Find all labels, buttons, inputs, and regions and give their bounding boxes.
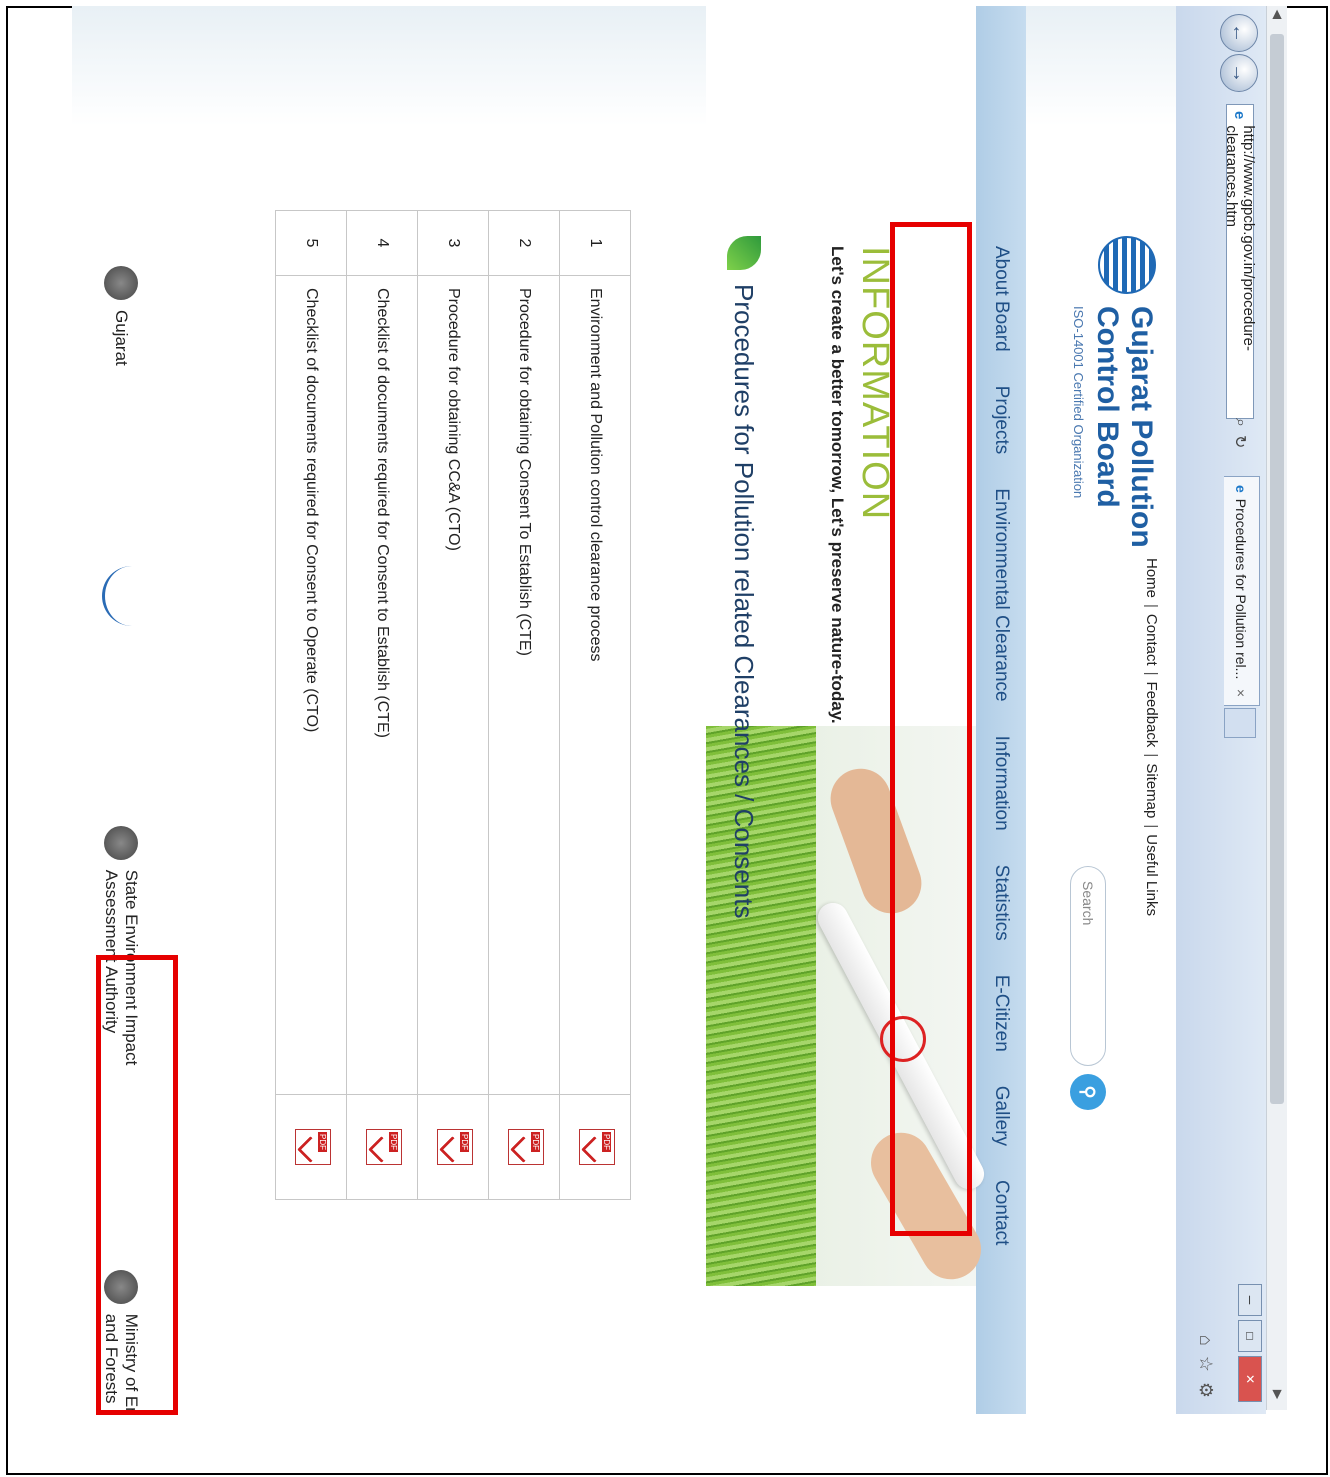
row-number: 5	[275, 210, 347, 276]
main-menu: About Board Projects Environmental Clear…	[976, 6, 1026, 1414]
row-title: Procedure for obtaining CC&A (CTO)	[417, 275, 489, 1095]
row-title: Procedure for obtaining Consent To Estab…	[488, 275, 560, 1095]
pdf-cell	[417, 1094, 489, 1200]
window-controls: ─ □ ✕	[1238, 1284, 1262, 1402]
web-page: Gujarat Pollution Control Board ISO-1400…	[72, 6, 1176, 1414]
footer-gujarat[interactable]: Gujarat	[104, 266, 138, 366]
pdf-icon[interactable]	[295, 1129, 332, 1165]
row-number: 1	[559, 210, 631, 276]
forward-button-icon[interactable]: →	[1220, 54, 1258, 92]
toolbar-icons: ⌂ ☆ ⚙	[1195, 1335, 1216, 1398]
row-number: 2	[488, 210, 560, 276]
pdf-icon[interactable]	[366, 1129, 403, 1165]
browser-window: ← → e http://www.gpcb.gov.in/procedure-c…	[72, 6, 1266, 1414]
procedures-table: 1 Environment and Pollution control clea…	[275, 210, 631, 1200]
pdf-cell	[275, 1094, 347, 1200]
toplink-contact[interactable]: Contact	[1143, 614, 1160, 666]
table-row: 3 Procedure for obtaining CC&A (CTO)	[417, 210, 489, 1200]
national-emblem-icon	[104, 825, 138, 860]
tab-title: Procedures for Pollution rel...	[1233, 498, 1250, 680]
refresh-icon[interactable]: ↻	[1230, 435, 1250, 448]
toplink-home[interactable]: Home	[1143, 558, 1160, 598]
row-number: 3	[417, 210, 489, 276]
top-links: Home | Contact | Feedback | Sitemap | Us…	[1143, 558, 1160, 1178]
scroll-right-icon[interactable]: ▼	[1267, 1386, 1287, 1410]
maximize-icon[interactable]: □	[1238, 1320, 1262, 1352]
minimize-icon[interactable]: ─	[1238, 1284, 1262, 1316]
pdf-cell	[346, 1094, 418, 1200]
table-row: 4 Checklist of documents required for Co…	[346, 210, 418, 1200]
row-number: 4	[346, 210, 418, 276]
grass-graphic	[706, 726, 816, 1286]
ie-logo-icon: e	[1231, 111, 1249, 120]
menu-projects[interactable]: Projects	[990, 386, 1012, 455]
browser-tab[interactable]: e Procedures for Pollution rel... ×	[1224, 476, 1260, 706]
favorites-star-icon[interactable]: ☆	[1195, 1356, 1216, 1372]
separator: |	[1143, 824, 1160, 829]
separator: |	[1143, 671, 1160, 676]
pdf-cell	[559, 1094, 631, 1200]
section-title: Procedures for Pollution related Clearan…	[729, 284, 760, 919]
close-icon[interactable]: ✕	[1238, 1356, 1262, 1402]
site-brand: Gujarat Pollution Control Board ISO-1400…	[1071, 306, 1158, 566]
back-button-icon[interactable]: ←	[1220, 14, 1258, 52]
scrollbar-thumb[interactable]	[1270, 34, 1284, 1104]
separator: |	[1143, 753, 1160, 758]
vibrant-gujarat-logo	[102, 565, 140, 626]
highlight-row-2	[890, 222, 972, 1236]
pdf-cell	[488, 1094, 560, 1200]
menu-environmental-clearance[interactable]: Environmental Clearance	[990, 488, 1012, 701]
info-block: INFORMATION Let's create a better tomorr…	[827, 246, 896, 724]
address-url: http://www.gpcb.gov.in/procedure-clearan…	[1223, 125, 1257, 352]
search-button-icon[interactable]: ⚲	[1070, 1074, 1106, 1110]
highlight-address-bar	[96, 955, 178, 1415]
new-tab-button[interactable]	[1224, 708, 1256, 738]
table-row: 2 Procedure for obtaining Consent To Est…	[488, 210, 560, 1200]
row-title: Checklist of documents required for Cons…	[275, 275, 347, 1095]
scroll-left-icon[interactable]: ▲	[1267, 6, 1287, 30]
table-row: 5 Checklist of documents required for Co…	[275, 210, 347, 1200]
leaf-icon	[727, 236, 761, 270]
info-subheading: Let's create a better tomorrow, Let's pr…	[828, 246, 847, 724]
brand-name: Gujarat Pollution Control Board	[1091, 306, 1158, 548]
row-title: Environment and Pollution control cleara…	[559, 275, 631, 1095]
row-title: Checklist of documents required for Cons…	[346, 275, 418, 1095]
gear-icon[interactable]: ⚙	[1195, 1382, 1216, 1398]
browser-chrome: ← → e http://www.gpcb.gov.in/procedure-c…	[1175, 6, 1266, 1414]
footer-gujarat-label: Gujarat	[112, 310, 131, 366]
address-tools: ⌕ ↻	[1226, 418, 1254, 448]
address-bar[interactable]: e http://www.gpcb.gov.in/procedure-clear…	[1223, 104, 1257, 419]
horizontal-scrollbar[interactable]: ▲ ▼	[1266, 6, 1287, 1410]
menu-e-citizen[interactable]: E-Citizen	[990, 975, 1012, 1052]
iso-text: ISO-14001 Certified Organization	[1071, 306, 1086, 499]
gpcb-logo	[1098, 236, 1156, 294]
pdf-icon[interactable]	[579, 1129, 616, 1165]
search-input[interactable]: Search	[1070, 866, 1106, 1066]
menu-gallery[interactable]: Gallery	[990, 1086, 1012, 1146]
section-header: Procedures for Pollution related Clearan…	[727, 236, 761, 918]
footer-vibrant-gujarat[interactable]	[102, 565, 140, 626]
table-row: 1 Environment and Pollution control clea…	[559, 210, 631, 1200]
pdf-icon[interactable]	[437, 1129, 474, 1165]
menu-contact[interactable]: Contact	[990, 1180, 1012, 1245]
toplink-sitemap[interactable]: Sitemap	[1143, 763, 1160, 818]
tab-close-icon[interactable]: ×	[1234, 689, 1250, 697]
toplink-feedback[interactable]: Feedback	[1143, 682, 1160, 748]
menu-statistics[interactable]: Statistics	[990, 865, 1012, 941]
pdf-icon[interactable]	[508, 1129, 545, 1165]
menu-information[interactable]: Information	[990, 736, 1012, 831]
toplink-useful-links[interactable]: Useful Links	[1143, 834, 1160, 916]
home-icon[interactable]: ⌂	[1195, 1335, 1216, 1346]
menu-about-board[interactable]: About Board	[990, 246, 1012, 352]
search-icon[interactable]: ⌕	[1231, 418, 1249, 427]
separator: |	[1143, 604, 1160, 608]
tab-ie-icon: e	[1233, 485, 1250, 493]
gujarat-emblem-icon	[104, 266, 138, 300]
